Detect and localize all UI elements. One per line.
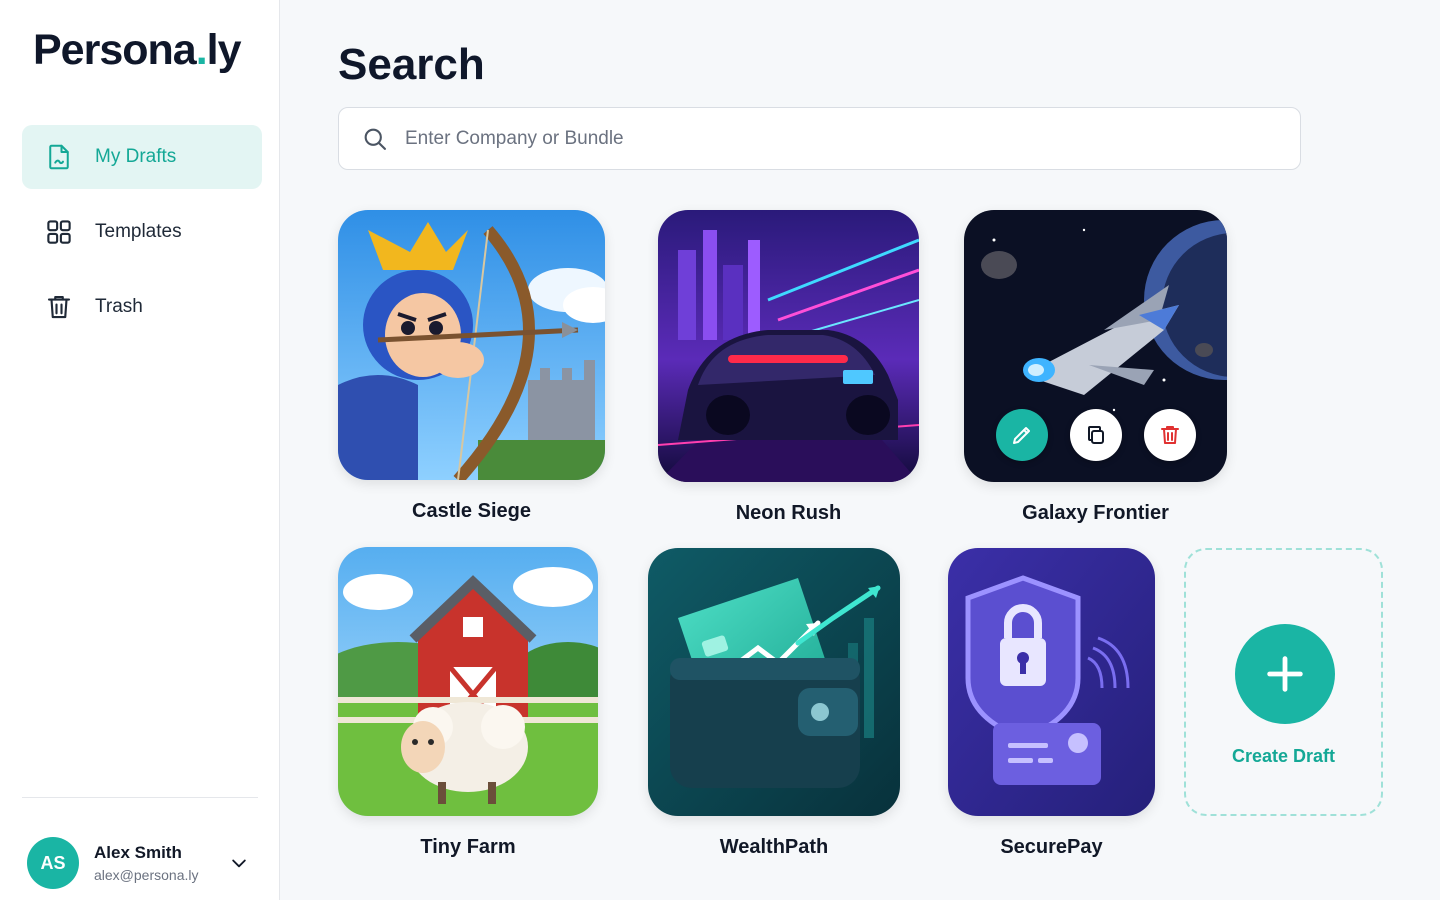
draft-name: SecurePay [1000,836,1103,858]
draft-name: Tiny Farm [420,836,516,858]
draft-card-tiny-farm[interactable]: Tiny Farm [338,547,598,859]
avatar: AS [27,837,79,889]
brand-logo[interactable]: Persona.ly [33,26,242,75]
draft-card-securepay[interactable]: SecurePay [948,548,1155,859]
user-email: alex@persona.ly [94,867,199,883]
draft-thumbnail[interactable] [648,548,900,816]
draft-card-neon-rush[interactable]: Neon Rush [658,210,919,525]
trash-icon [47,295,71,319]
search-bar[interactable] [338,107,1301,170]
securepay-artwork [948,548,1155,816]
sidebar-item-trash[interactable]: Trash [22,275,262,339]
sidebar-item-label: Templates [95,221,182,242]
sidebar-item-label: Trash [95,296,143,317]
draft-card-galaxy-frontier[interactable]: Galaxy Frontier [964,210,1227,525]
tiny-farm-artwork [338,547,598,816]
trash-icon [1161,426,1179,444]
logo-text-tail: ly [206,26,242,74]
draft-name: Castle Siege [412,500,531,522]
search-icon [364,128,386,150]
plus-icon [1267,656,1303,692]
neon-rush-artwork [658,210,919,482]
logo-dot: . [195,26,208,74]
sidebar: Persona.ly My Drafts Templates Trash AS … [0,0,280,900]
create-draft-card[interactable]: Create Draft [1184,548,1383,816]
draft-thumbnail[interactable] [338,547,598,816]
copy-icon [1088,426,1104,444]
create-draft-button[interactable] [1235,624,1335,724]
sidebar-divider [22,797,258,798]
draft-card-castle-siege[interactable]: Castle Siege [338,210,605,523]
logo-text-main: Persona [33,26,197,74]
delete-button[interactable] [1144,409,1196,461]
edit-button[interactable] [996,409,1048,461]
user-menu[interactable]: AS Alex Smith alex@persona.ly [27,837,257,889]
draft-thumbnail[interactable] [658,210,919,482]
sidebar-nav: My Drafts Templates Trash [22,125,262,350]
draft-thumbnail[interactable] [964,210,1227,482]
grid-icon [47,220,71,244]
sidebar-item-label: My Drafts [95,146,177,167]
draft-thumbnail[interactable] [948,548,1155,816]
sidebar-item-templates[interactable]: Templates [22,200,262,264]
draft-name: WealthPath [719,836,829,858]
document-icon [49,144,69,170]
user-name: Alex Smith [94,843,182,862]
edit-icon [1013,427,1030,444]
draft-name: Galaxy Frontier [1022,502,1169,524]
user-info: Alex Smith alex@persona.ly [94,843,199,883]
sidebar-item-my-drafts[interactable]: My Drafts [22,125,262,189]
castle-siege-artwork [338,210,605,480]
draft-name: Neon Rush [735,502,842,524]
draft-card-wealthpath[interactable]: WealthPath [648,548,900,859]
wealthpath-artwork [648,548,900,816]
search-input[interactable] [405,127,1265,150]
chevron-down-icon[interactable] [229,853,249,873]
page-title: Search [338,40,485,89]
create-draft-label: Create Draft [1231,746,1336,766]
draft-thumbnail[interactable] [338,210,605,480]
duplicate-button[interactable] [1070,409,1122,461]
